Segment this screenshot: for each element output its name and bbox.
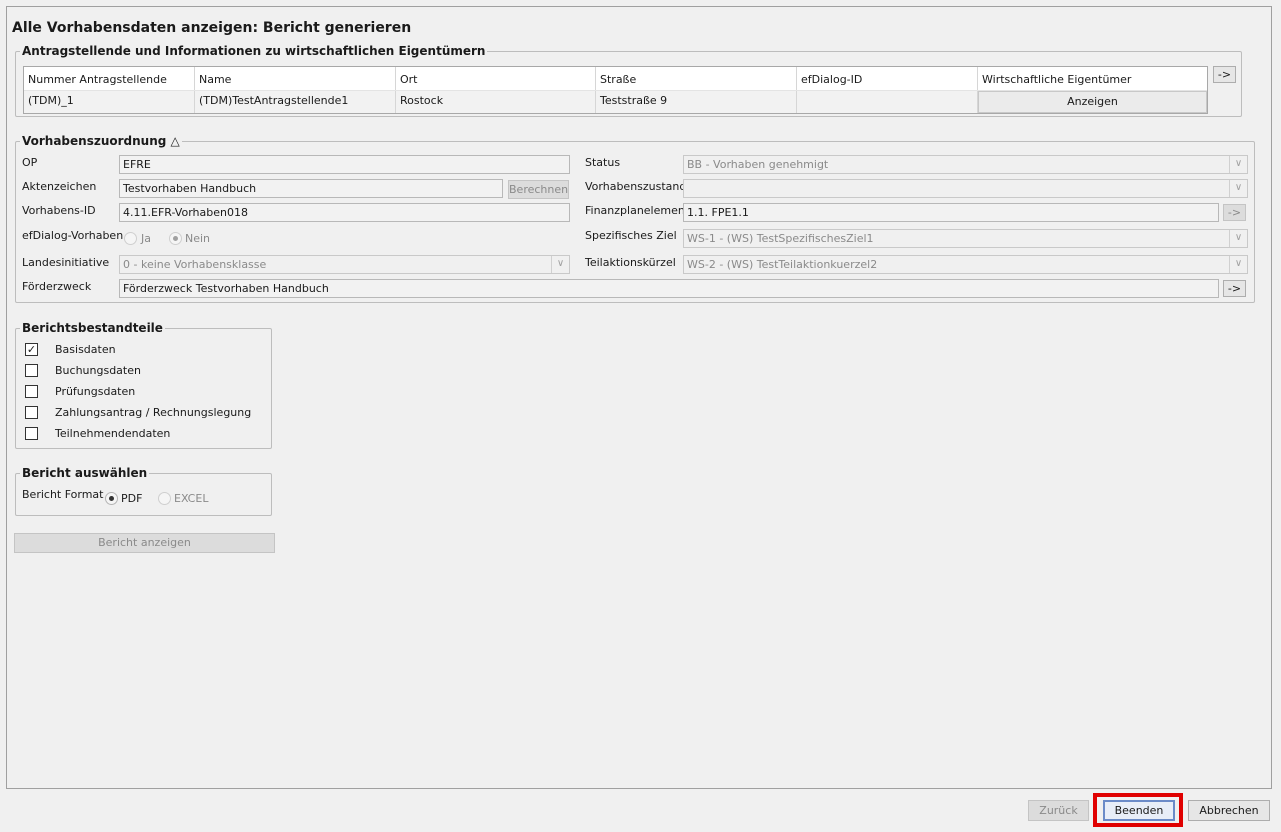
zahlungsantrag-label: Zahlungsantrag / Rechnungslegung: [55, 406, 252, 419]
efdialog-nein-label: Nein: [185, 232, 211, 245]
status-label: Status: [585, 156, 621, 169]
cell-efdialog-id: [797, 91, 978, 113]
finish-highlight-box: [1093, 793, 1183, 827]
pruefungsdaten-checkbox[interactable]: [25, 385, 38, 398]
pdf-radio[interactable]: [105, 492, 118, 505]
column-header-efdialog-id[interactable]: efDialog-ID: [797, 67, 978, 90]
vorhabens-id-label: Vorhabens-ID: [22, 204, 96, 217]
format-label: Bericht Format: [22, 488, 104, 501]
chevron-down-icon: ∨: [1229, 230, 1247, 247]
finanzplan-field: 1.1. FPE1.1: [683, 203, 1219, 222]
applicants-arrow-button[interactable]: ->: [1213, 66, 1236, 83]
cancel-button[interactable]: Abbrechen: [1188, 800, 1270, 821]
teilaktion-label: Teilaktionskürzel: [585, 256, 676, 269]
berechnen-button[interactable]: Berechnen: [508, 180, 569, 199]
finanzplan-arrow-button[interactable]: ->: [1223, 204, 1246, 221]
triangle-up-icon[interactable]: △: [171, 134, 180, 148]
finanzplan-label: Finanzplanelement: [585, 204, 690, 217]
foerderzweck-label: Förderzweck: [22, 280, 92, 293]
status-value: BB - Vorhaben genehmigt: [687, 158, 829, 171]
pdf-label: PDF: [121, 492, 143, 505]
table-header-row: Nummer Antragstellende Name Ort Straße e…: [24, 67, 1207, 91]
applicants-group-title: Antragstellende und Informationen zu wir…: [20, 44, 488, 58]
ziel-label: Spezifisches Ziel: [585, 229, 677, 242]
cell-nummer: (TDM)_1: [24, 91, 195, 113]
anzeigen-button[interactable]: Anzeigen: [978, 91, 1207, 113]
efdialog-label: efDialog-Vorhaben: [22, 229, 124, 242]
chevron-down-icon: ∨: [551, 256, 569, 273]
op-field: EFRE: [119, 155, 570, 174]
buchungsdaten-checkbox[interactable]: [25, 364, 38, 377]
show-report-button[interactable]: Bericht anzeigen: [14, 533, 275, 553]
status-select[interactable]: BB - Vorhaben genehmigt ∨: [683, 155, 1248, 174]
column-header-ort[interactable]: Ort: [396, 67, 596, 90]
basisdaten-checkbox[interactable]: ✓: [25, 343, 38, 356]
report-select-title: Bericht auswählen: [20, 466, 150, 480]
aktenzeichen-label: Aktenzeichen: [22, 180, 97, 193]
pruefungsdaten-label: Prüfungsdaten: [55, 385, 136, 398]
back-button[interactable]: Zurück: [1028, 800, 1089, 821]
ziel-value: WS-1 - (WS) TestSpezifischesZiel1: [687, 232, 874, 245]
column-header-nummer[interactable]: Nummer Antragstellende: [24, 67, 195, 90]
cell-ort: Rostock: [396, 91, 596, 113]
cell-name: (TDM)TestAntragstellende1: [195, 91, 396, 113]
column-header-name[interactable]: Name: [195, 67, 396, 90]
table-row[interactable]: (TDM)_1 (TDM)TestAntragstellende1 Rostoc…: [24, 91, 1207, 113]
applicants-table[interactable]: Nummer Antragstellende Name Ort Straße e…: [23, 66, 1208, 114]
column-header-eigentuemer[interactable]: Wirtschaftliche Eigentümer: [978, 67, 1207, 90]
chevron-down-icon: ∨: [1229, 256, 1247, 273]
aktenzeichen-field[interactable]: Testvorhaben Handbuch: [119, 179, 503, 198]
landesinitiative-select[interactable]: 0 - keine Vorhabensklasse ∨: [119, 255, 570, 274]
excel-radio[interactable]: [158, 492, 171, 505]
page-title: Alle Vorhabensdaten anzeigen: Bericht ge…: [10, 20, 414, 36]
teilnehmendendaten-label: Teilnehmendendaten: [55, 427, 171, 440]
assignment-title-text: Vorhabenszuordnung: [22, 134, 167, 148]
efdialog-nein-radio[interactable]: [169, 232, 182, 245]
column-header-strasse[interactable]: Straße: [596, 67, 797, 90]
zustand-label: Vorhabenszustand: [585, 180, 687, 193]
ziel-select[interactable]: WS-1 - (WS) TestSpezifischesZiel1 ∨: [683, 229, 1248, 248]
zahlungsantrag-checkbox[interactable]: [25, 406, 38, 419]
chevron-down-icon: ∨: [1229, 156, 1247, 173]
basisdaten-label: Basisdaten: [55, 343, 116, 356]
efdialog-ja-radio[interactable]: [124, 232, 137, 245]
op-label: OP: [22, 156, 38, 169]
teilaktion-select[interactable]: WS-2 - (WS) TestTeilaktionkuerzel2 ∨: [683, 255, 1248, 274]
cell-strasse: Teststraße 9: [596, 91, 797, 113]
vorhabens-id-field: 4.11.EFR-Vorhaben018: [119, 203, 570, 222]
teilnehmendendaten-checkbox[interactable]: [25, 427, 38, 440]
zustand-select[interactable]: ∨: [683, 179, 1248, 198]
teilaktion-value: WS-2 - (WS) TestTeilaktionkuerzel2: [687, 258, 878, 271]
excel-label: EXCEL: [174, 492, 209, 505]
landesinitiative-value: 0 - keine Vorhabensklasse: [123, 258, 267, 271]
chevron-down-icon: ∨: [1229, 180, 1247, 197]
foerderzweck-field[interactable]: Förderzweck Testvorhaben Handbuch: [119, 279, 1219, 298]
landesinitiative-label: Landesinitiative: [22, 256, 110, 269]
foerderzweck-arrow-button[interactable]: ->: [1223, 280, 1246, 297]
assignment-group-title: Vorhabenszuordnung △: [20, 134, 182, 148]
buchungsdaten-label: Buchungsdaten: [55, 364, 141, 377]
efdialog-ja-label: Ja: [141, 232, 151, 245]
report-parts-title: Berichtsbestandteile: [20, 321, 165, 335]
